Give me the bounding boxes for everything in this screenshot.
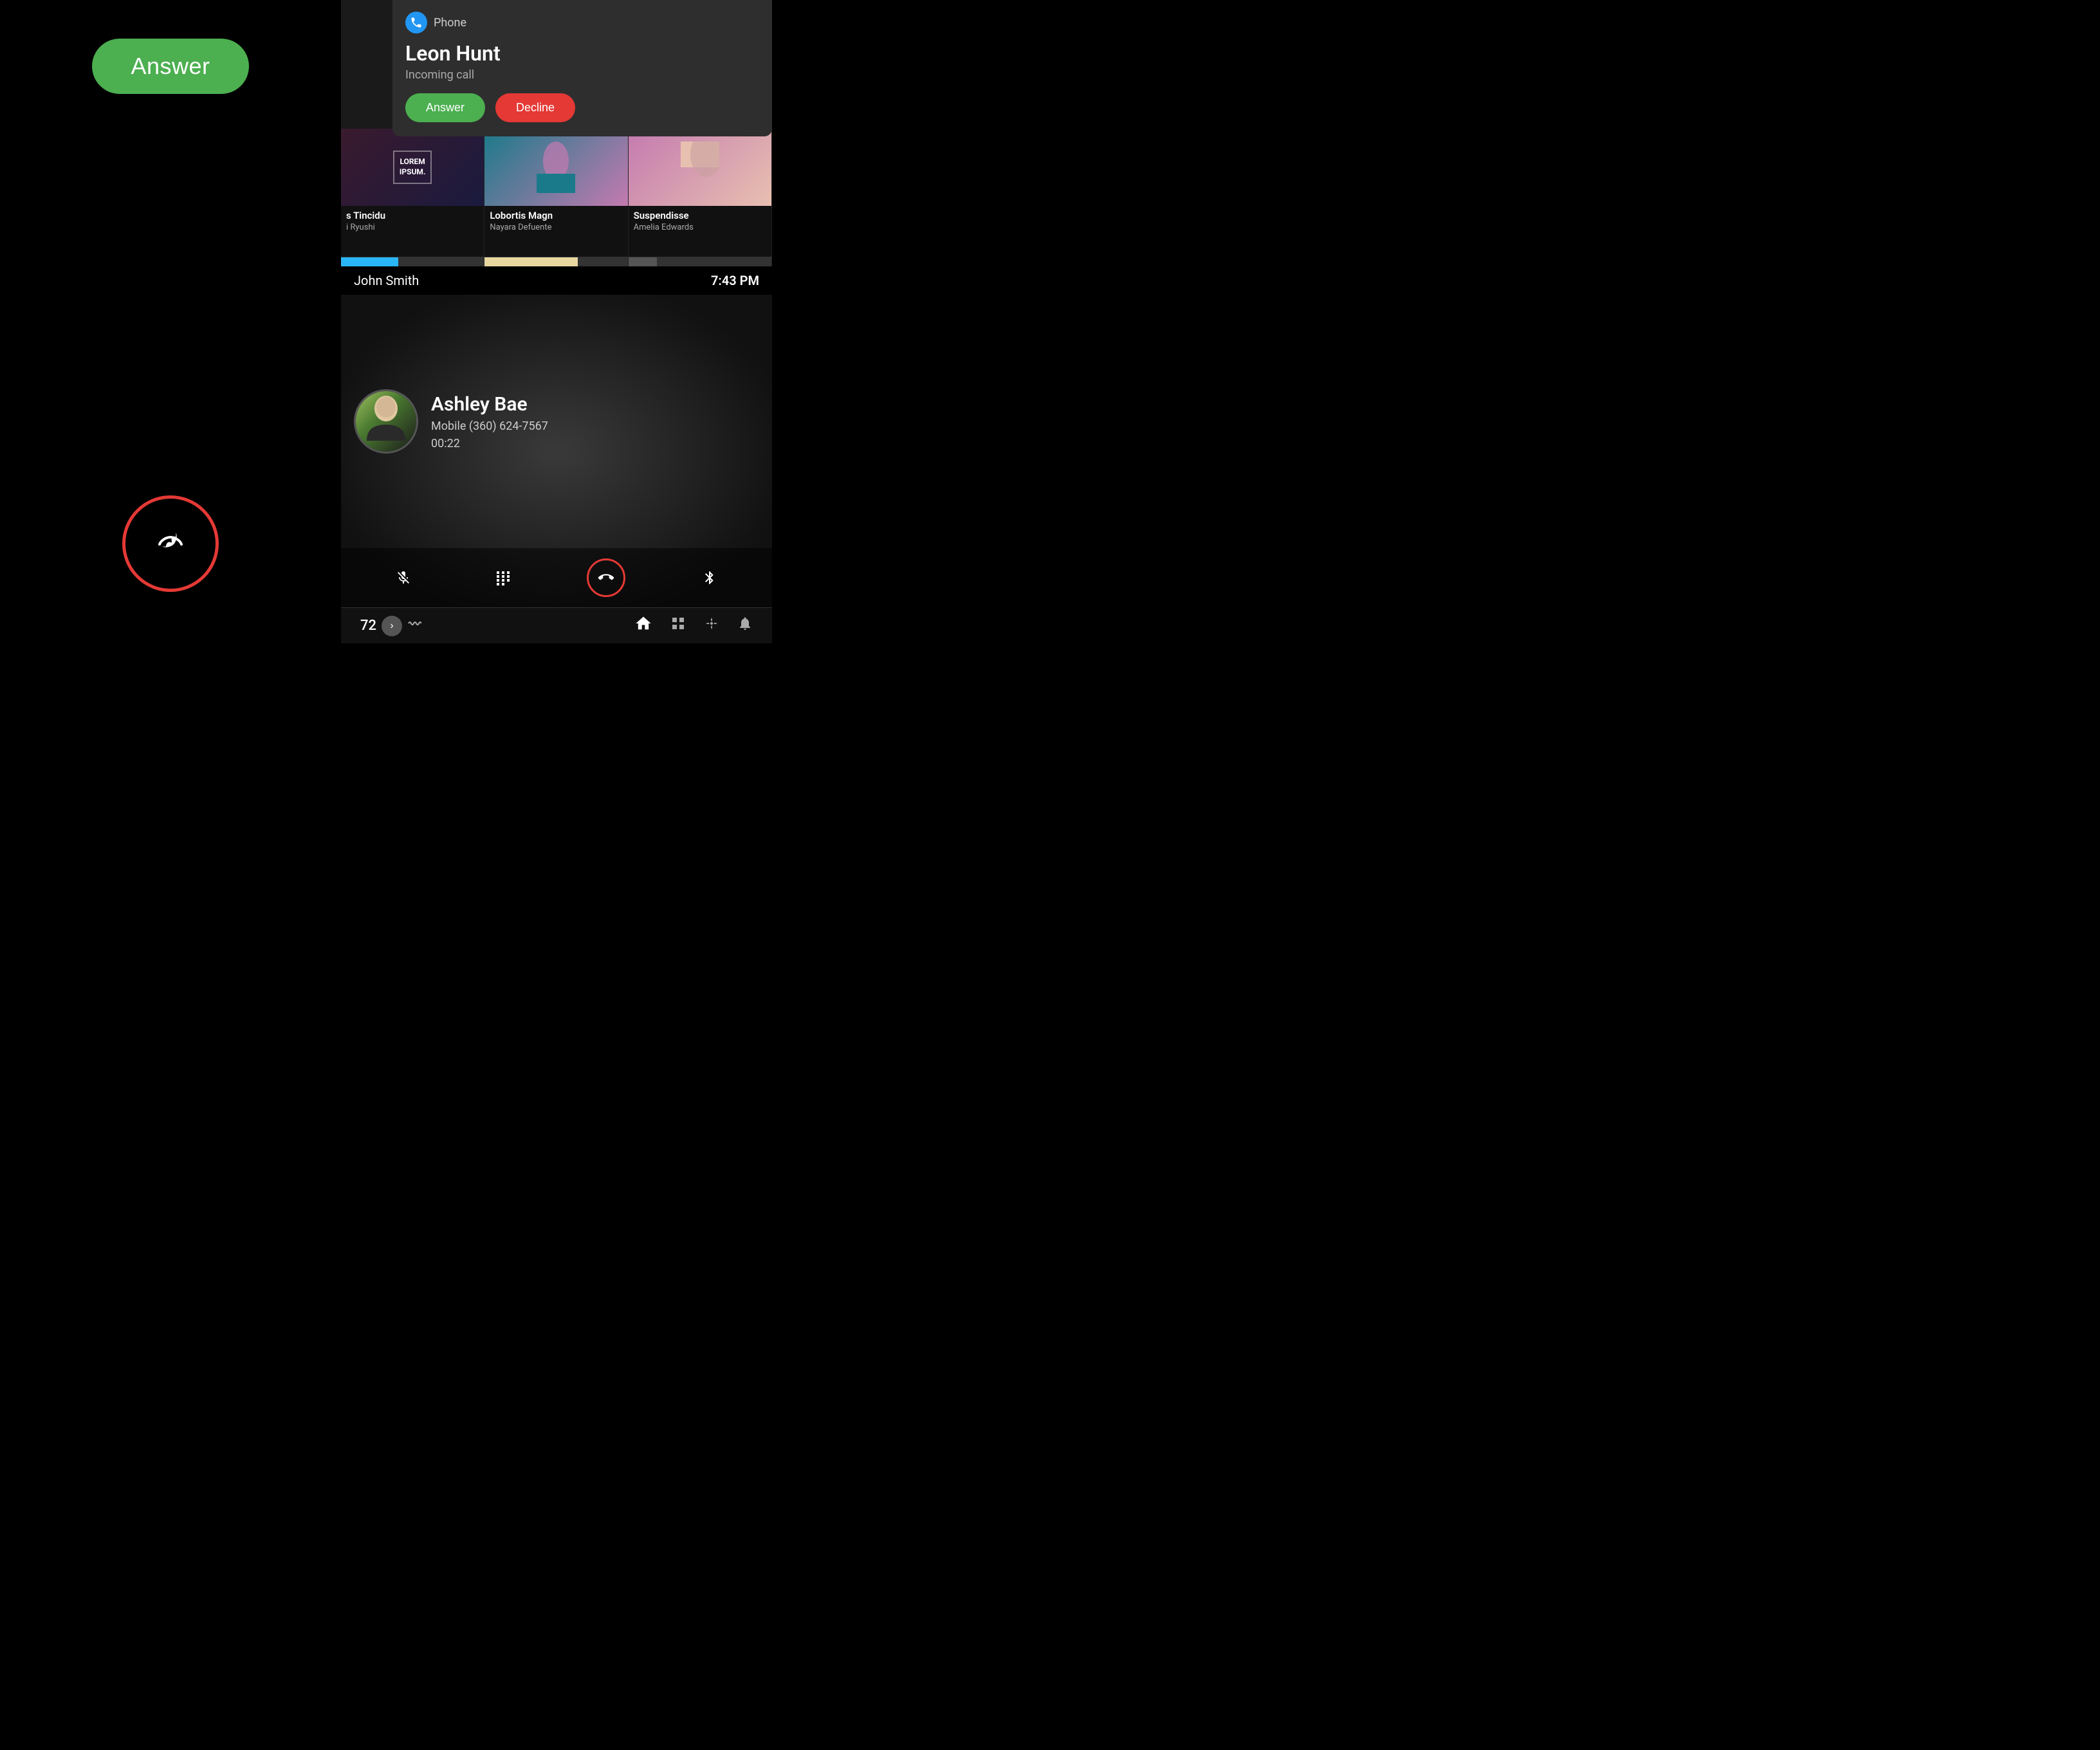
notification-actions: Answer Decline: [405, 93, 757, 122]
active-call-card: Ashley Bae Mobile (360) 624-7567 00:22: [341, 295, 772, 607]
notification-overlay: Phone Leon Hunt Incoming call Answer Dec…: [392, 0, 772, 136]
lorem-ipsum-label: LOREMIPSUM.: [393, 151, 432, 183]
card-3[interactable]: Suspendisse Amelia Edwards: [629, 129, 772, 257]
notification-decline-button[interactable]: Decline: [495, 93, 575, 122]
caller-details: Ashley Bae Mobile (360) 624-7567 00:22: [431, 393, 548, 450]
mute-button[interactable]: [388, 562, 419, 593]
end-call-circle[interactable]: [122, 495, 219, 592]
end-call-icon: [154, 525, 187, 562]
progress-fill-3: [629, 257, 657, 266]
active-caller-number: Mobile (360) 624-7567: [431, 419, 548, 433]
progress-bar-3: [629, 257, 772, 266]
card-1-title: s Tincidu: [341, 206, 484, 223]
nav-bell-button[interactable]: [737, 616, 753, 636]
notification-status: Incoming call: [405, 68, 757, 82]
right-panel: Phone Leon Hunt Incoming call Answer Dec…: [341, 0, 772, 643]
keypad-button[interactable]: [488, 562, 519, 593]
call-duration: 00:22: [431, 437, 548, 450]
left-panel: Answer: [0, 0, 341, 643]
call-controls: [341, 548, 772, 607]
bluetooth-button[interactable]: [694, 562, 725, 593]
caller-strip: John Smith 7:43 PM: [341, 266, 772, 295]
card-1-subtitle: i Ryushi: [341, 223, 484, 232]
phone-app-icon: [405, 12, 427, 33]
card-1[interactable]: LOREMIPSUM. s Tincidu i Ryushi: [341, 129, 484, 257]
nav-home-button[interactable]: [634, 614, 652, 637]
temperature-display: 72: [360, 618, 376, 634]
nav-center: [634, 614, 753, 637]
nav-left: 72 ›: [360, 616, 421, 636]
active-caller-name: Ashley Bae: [431, 393, 548, 416]
call-content: Ashley Bae Mobile (360) 624-7567 00:22: [341, 295, 772, 548]
content-area: LOREMIPSUM. s Tincidu i Ryushi Lobortis …: [341, 129, 772, 643]
bottom-nav: 72 ›: [341, 607, 772, 643]
card-3-title: Suspendisse: [629, 206, 771, 223]
progress-fill-2: [484, 257, 578, 266]
caller-strip-time: 7:43 PM: [711, 273, 759, 288]
notification-header: Phone: [405, 12, 757, 33]
notification-caller-name: Leon Hunt: [405, 41, 757, 66]
progress-row: [341, 257, 772, 266]
avatar-placeholder: [356, 391, 416, 452]
progress-bar-1: [341, 257, 484, 266]
nav-wave-button[interactable]: [407, 616, 421, 635]
nav-grid-button[interactable]: [670, 616, 686, 636]
end-call-button-small[interactable]: [587, 558, 625, 597]
card-2-subtitle: Nayara Defuente: [484, 223, 627, 232]
card-3-subtitle: Amelia Edwards: [629, 223, 771, 232]
cards-row: LOREMIPSUM. s Tincidu i Ryushi Lobortis …: [341, 129, 772, 257]
nav-fan-button[interactable]: [704, 616, 719, 636]
card-2-title: Lobortis Magn: [484, 206, 627, 223]
progress-bar-2: [484, 257, 628, 266]
notification-app-label: Phone: [434, 16, 466, 30]
progress-fill-1: [341, 257, 398, 266]
nav-arrow-button[interactable]: ›: [382, 616, 402, 636]
caller-strip-name: John Smith: [354, 273, 419, 288]
answer-button[interactable]: Answer: [92, 39, 248, 94]
caller-avatar: [354, 389, 418, 454]
card-2[interactable]: Lobortis Magn Nayara Defuente: [484, 129, 628, 257]
notification-answer-button[interactable]: Answer: [405, 93, 485, 122]
